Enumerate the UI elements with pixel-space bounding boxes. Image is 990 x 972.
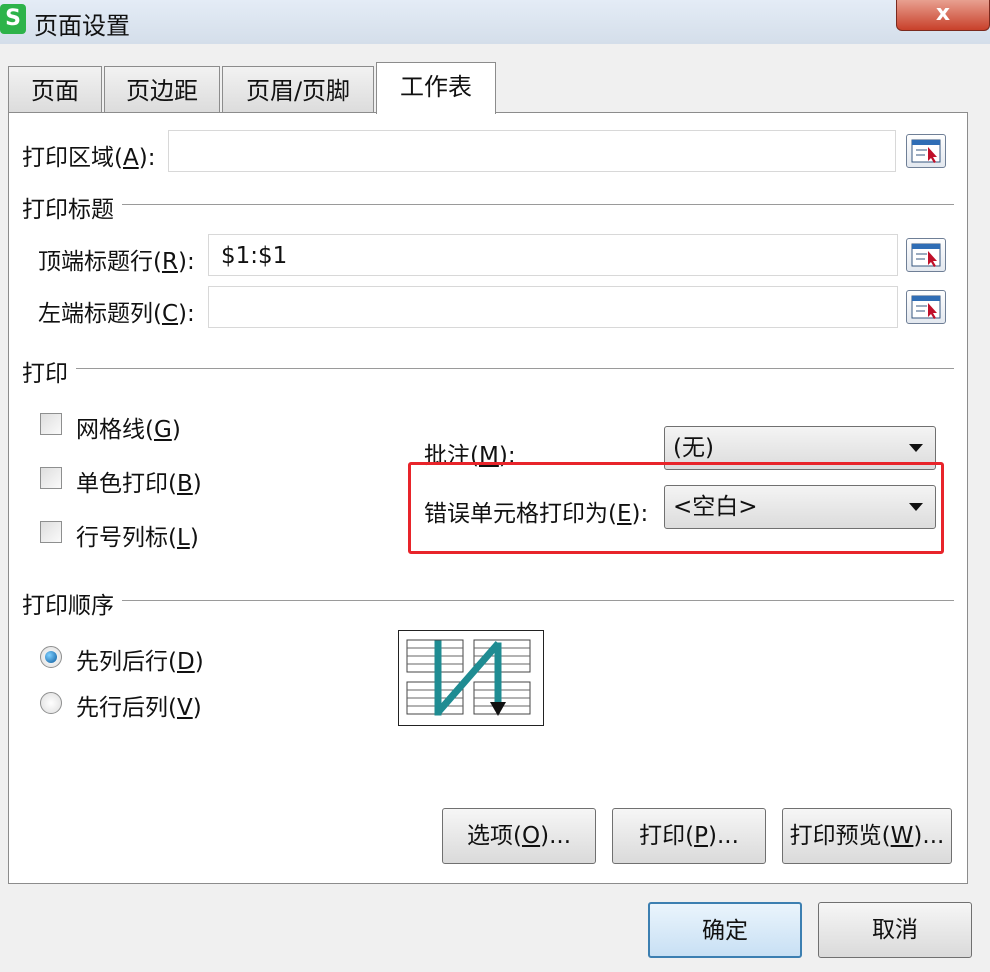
mono-print-label-text: 单色打印 [76,471,168,497]
tab-worksheet[interactable]: 工作表 [376,62,496,114]
over-then-down-label-text: 先行后列 [76,695,168,721]
left-cols-select-button[interactable] [906,290,946,324]
tab-margins[interactable]: 页边距 [104,66,220,112]
title-bar: S 页面设置 x [0,0,990,44]
app-logo-icon: S [0,4,26,34]
down-then-over-label-text: 先列后行 [76,649,168,675]
divider [122,204,954,205]
tab-page[interactable]: 页面 [8,66,102,112]
mono-print-label: 单色打印(B) [76,464,202,498]
paren-close: ) [171,417,181,443]
left-cols-input[interactable] [208,286,898,328]
print-titles-heading: 打印标题 [22,197,114,223]
paren: ( [685,823,695,849]
print-order-preview-icon [398,630,544,726]
hotkey: D [176,649,195,675]
radio-dot [45,651,57,663]
over-then-down-radio[interactable] [40,692,62,714]
paren: ( [153,301,162,327]
range-select-icon [911,295,941,319]
gridlines-checkbox[interactable] [40,413,62,435]
paren: ( [153,249,162,275]
hotkey: A [122,145,139,171]
print-order-heading: 打印顺序 [22,593,114,619]
hotkey: O [521,823,541,849]
paren-close: ) [192,695,202,721]
paren: ( [114,145,123,171]
paren-close: ) [189,525,199,551]
print-label: 打印 [639,823,686,849]
paren-close: ) [194,649,204,675]
left-cols-label: 左端标题列(C): [38,294,195,328]
hotkey: V [176,695,193,721]
options-label: 选项 [467,823,513,849]
print-preview-button[interactable]: 打印预览(W)... [782,808,952,864]
print-button[interactable]: 打印(P)... [612,808,766,864]
range-select-icon [911,139,941,163]
paren-close: )... [707,823,739,849]
hotkey: P [694,823,708,849]
paren: ( [168,695,177,721]
row-col-headings-label-text: 行号列标 [76,525,168,551]
mono-print-checkbox[interactable] [40,467,62,489]
print-area-label-text: 打印区域 [22,145,114,171]
row-col-headings-checkbox[interactable] [40,521,62,543]
gridlines-label-text: 网格线 [76,417,145,443]
hotkey: G [153,417,172,443]
tab-header-footer[interactable]: 页眉/页脚 [222,66,374,112]
divider [122,600,954,601]
paren: ( [145,417,154,443]
paren-close: ): [178,301,195,327]
paren-close: )... [540,823,571,849]
hotkey: B [176,471,193,497]
down-then-over-label: 先列后行(D) [76,642,204,676]
left-cols-label-text: 左端标题列 [38,301,153,327]
paren: ( [881,823,891,849]
top-rows-select-button[interactable] [906,238,946,272]
print-area-label: 打印区域(A): [22,138,155,172]
print-area-input[interactable] [168,130,896,172]
paren: ( [168,649,177,675]
top-rows-label: 顶端标题行(R): [38,242,195,276]
options-button[interactable]: 选项(O)... [442,808,596,864]
range-select-icon [911,243,941,267]
hotkey: L [176,525,190,551]
comments-select-value: (无) [673,435,714,461]
ok-button[interactable]: 确定 [648,902,802,958]
gridlines-label: 网格线(G) [76,410,181,444]
top-rows-label-text: 顶端标题行 [38,249,153,275]
print-heading: 打印 [22,361,68,387]
paren-close: )... [913,823,945,849]
paren-close: ): [138,145,156,171]
window-title: 页面设置 [34,12,130,40]
hotkey: W [890,823,914,849]
row-col-headings-label: 行号列标(L) [76,518,199,552]
close-button[interactable]: x [896,0,990,31]
paren-close: ): [177,249,195,275]
hotkey: C [161,301,179,327]
print-preview-label: 打印预览 [789,823,882,849]
down-then-over-radio[interactable] [40,646,62,668]
over-then-down-label: 先行后列(V) [76,688,202,722]
cancel-button[interactable]: 取消 [818,902,972,958]
paren: ( [168,525,177,551]
hotkey: R [161,249,178,275]
highlight-box [408,462,944,554]
paren-close: ) [192,471,202,497]
divider [76,368,954,369]
print-area-select-button[interactable] [906,134,946,168]
paren: ( [168,471,177,497]
top-rows-input[interactable]: $1:$1 [208,234,898,276]
paren: ( [513,823,522,849]
chevron-down-icon [909,444,923,452]
